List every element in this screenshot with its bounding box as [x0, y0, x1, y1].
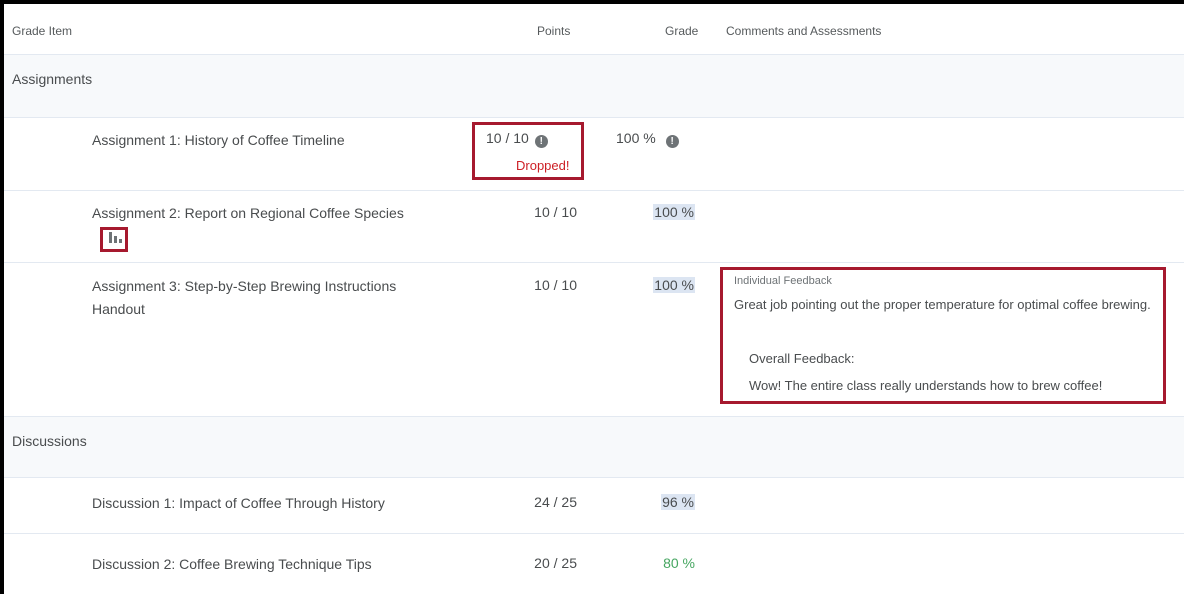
grade-item-name: Assignment 2: Report on Regional Coffee … — [92, 205, 404, 221]
grade-value: 100 %! — [616, 130, 679, 148]
grade-item-name: Assignment 1: History of Coffee Timeline — [92, 132, 345, 148]
individual-feedback-label: Individual Feedback — [734, 275, 832, 287]
grade-value: 100 % — [653, 277, 695, 293]
bar-chart-icon[interactable] — [100, 227, 128, 252]
dropped-status: Dropped! — [516, 158, 570, 173]
table-row: Assignment 2: Report on Regional Coffee … — [4, 191, 1184, 263]
column-header-grade: Grade — [665, 24, 699, 38]
category-row-assignments: Assignments — [4, 55, 1184, 118]
category-name: Assignments — [12, 71, 93, 87]
table-row: Discussion 1: Impact of Coffee Through H… — [4, 478, 1184, 534]
points-value: 10 / 10! — [486, 130, 548, 148]
column-header-comments: Comments and Assessments — [726, 24, 882, 38]
feedback-highlight-box: Individual Feedback Great job pointing o… — [720, 267, 1166, 404]
table-row: Discussion 2: Coffee Brewing Technique T… — [4, 534, 1184, 594]
category-name: Discussions — [12, 433, 87, 449]
exclamation-circle-icon[interactable]: ! — [665, 135, 679, 148]
overall-feedback-label: Overall Feedback: — [749, 351, 855, 366]
points-value: 20 / 25 — [534, 555, 577, 571]
category-row-discussions: Discussions — [4, 417, 1184, 478]
column-header-grade-item: Grade Item — [12, 24, 73, 38]
table-header: Grade Item Points Grade Comments and Ass… — [4, 4, 1184, 55]
points-value: 24 / 25 — [534, 494, 577, 510]
column-header-points: Points — [537, 24, 571, 38]
overall-feedback-text: Wow! The entire class really understands… — [749, 378, 1103, 393]
points-value: 10 / 10 — [534, 277, 577, 293]
grade-item-name: Discussion 2: Coffee Brewing Technique T… — [92, 556, 372, 572]
individual-feedback-text: Great job pointing out the proper temper… — [734, 297, 1151, 312]
grade-value: 96 % — [661, 494, 695, 510]
points-value: 10 / 10 — [534, 204, 577, 220]
grade-item-name: Assignment 3: Step-by-Step Brewing Instr… — [92, 278, 397, 317]
grade-value: 80 % — [663, 555, 695, 571]
grade-value: 100 % — [653, 204, 695, 220]
table-row: Assignment 1: History of Coffee Timeline… — [4, 118, 1184, 191]
grade-item-name: Discussion 1: Impact of Coffee Through H… — [92, 495, 385, 511]
exclamation-circle-icon[interactable]: ! — [534, 135, 548, 148]
